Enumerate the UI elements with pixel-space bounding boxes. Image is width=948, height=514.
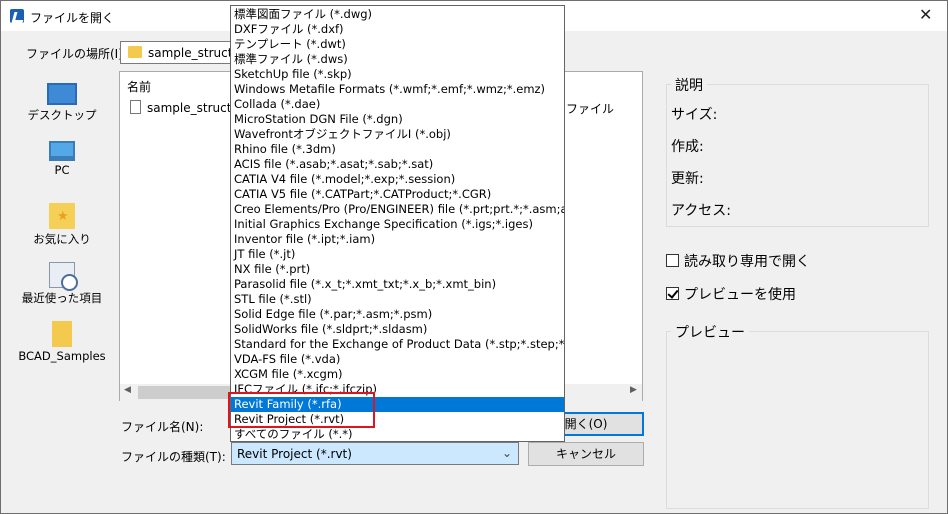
place-label: デスクトップ [27, 108, 97, 122]
place-label: PC [54, 163, 70, 177]
list-item-type: ファイル [566, 102, 615, 116]
scroll-right-icon[interactable]: ▶ [630, 385, 637, 395]
dropdown-option[interactable]: Creo Elements/Pro (Pro/ENGINEER) file (*… [231, 202, 564, 217]
filetype-value: Revit Project (*.rvt) [237, 447, 352, 461]
app-logo-icon [10, 9, 24, 23]
place-label: お気に入り [33, 232, 91, 246]
location-combo[interactable]: sample_structure [120, 41, 240, 64]
place-recent[interactable]: 最近使った項目 [13, 262, 111, 306]
accessed-label: アクセス: [671, 203, 732, 219]
dropdown-option[interactable]: Standard for the Exchange of Product Dat… [231, 337, 564, 352]
created-label: 作成: [671, 139, 704, 155]
filetype-label: ファイルの種類(T): [121, 450, 226, 464]
favorites-icon [49, 203, 75, 229]
scroll-left-icon[interactable]: ◀ [124, 385, 131, 395]
dropdown-option[interactable]: XCGM file (*.xcgm) [231, 367, 564, 382]
recent-items-icon [49, 262, 78, 291]
dropdown-option[interactable]: Inventor file (*.ipt;*.iam) [231, 232, 564, 247]
column-header-name[interactable]: 名前 [127, 78, 151, 95]
folder-icon [128, 46, 142, 58]
filetype-dropdown-list[interactable]: 標準図面ファイル (*.dwg) DXFファイル (*.dxf) テンプレート (*… [230, 5, 565, 442]
dropdown-option[interactable]: 標準ファイル (*.dws) [231, 52, 564, 67]
preview-checkbox[interactable]: プレビューを使用 [666, 284, 796, 304]
dropdown-option[interactable]: CATIA V5 file (*.CATPart;*.CATProduct;*.… [231, 187, 564, 202]
readonly-checkbox[interactable]: 読み取り専用で開く [666, 251, 810, 271]
pc-icon [49, 141, 75, 161]
dropdown-option[interactable]: 標準図面ファイル (*.dwg) [231, 7, 564, 22]
place-favorites[interactable]: お気に入り [13, 203, 111, 247]
checkbox-box[interactable] [666, 254, 679, 267]
dropdown-option[interactable]: テンプレート (*.dwt) [231, 37, 564, 52]
dropdown-option[interactable]: Parasolid file (*.x_t;*.xmt_txt;*.x_b;*.… [231, 277, 564, 292]
place-label: BCAD_Samples [18, 349, 106, 363]
annotation-highlight-box [228, 392, 375, 428]
dropdown-option[interactable]: VDA-FS file (*.vda) [231, 352, 564, 367]
dropdown-option[interactable]: Collada (*.dae) [231, 97, 564, 112]
cancel-button[interactable]: キャンセル [528, 442, 644, 466]
file-icon [130, 100, 141, 114]
chevron-down-icon: ⌄ [502, 446, 513, 460]
place-label: 最近使った項目 [21, 291, 103, 305]
dropdown-option[interactable]: すべてのファイル (*.*) [231, 427, 564, 441]
folder-icon [52, 321, 72, 347]
place-desktop[interactable]: デスクトップ [13, 83, 111, 123]
description-legend: 説明 [671, 75, 707, 95]
preview-legend: プレビュー [671, 322, 749, 342]
place-pc[interactable]: PC [13, 141, 111, 177]
dropdown-option[interactable]: CATIA V4 file (*.model;*.exp;*.session) [231, 172, 564, 187]
preview-checkbox-label: プレビューを使用 [684, 287, 796, 303]
location-value: sample_structure [148, 46, 239, 60]
dropdown-option[interactable]: STL file (*.stl) [231, 292, 564, 307]
size-label: サイズ: [671, 107, 718, 123]
dropdown-option[interactable]: SketchUp file (*.skp) [231, 67, 564, 82]
filename-label: ファイル名(N): [121, 420, 204, 434]
dropdown-option[interactable]: DXFファイル (*.dxf) [231, 22, 564, 37]
places-bar: デスクトップ PC お気に入り 最近使った項目 BCAD_Samples [13, 71, 111, 381]
dialog-title: ファイルを開く [30, 11, 115, 25]
dropdown-option[interactable]: SolidWorks file (*.sldprt;*.sldasm) [231, 322, 564, 337]
readonly-label: 読み取り専用で開く [684, 254, 810, 270]
dropdown-option[interactable]: Solid Edge file (*.par;*.asm;*.psm) [231, 307, 564, 322]
modified-label: 更新: [671, 171, 704, 187]
dropdown-option[interactable]: WavefrontオブジェクトファイルI (*.obj) [231, 127, 564, 142]
preview-group [666, 331, 929, 509]
close-icon[interactable]: ✕ [919, 5, 932, 24]
dropdown-option[interactable]: MicroStation DGN File (*.dgn) [231, 112, 564, 127]
filetype-select[interactable]: Revit Project (*.rvt) ⌄ [231, 442, 519, 465]
dropdown-option[interactable]: ACIS file (*.asab;*.asat;*.sab;*.sat) [231, 157, 564, 172]
dropdown-option[interactable]: NX file (*.prt) [231, 262, 564, 277]
dropdown-option[interactable]: Rhino file (*.3dm) [231, 142, 564, 157]
desktop-icon [47, 83, 77, 105]
place-bcad-samples[interactable]: BCAD_Samples [13, 321, 111, 363]
location-label: ファイルの場所(I): [26, 47, 127, 61]
checkbox-checked-icon[interactable] [666, 287, 679, 300]
dropdown-option[interactable]: Windows Metafile Formats (*.wmf;*.emf;*.… [231, 82, 564, 97]
dropdown-option[interactable]: Initial Graphics Exchange Specification … [231, 217, 564, 232]
dropdown-option[interactable]: JT file (*.jt) [231, 247, 564, 262]
